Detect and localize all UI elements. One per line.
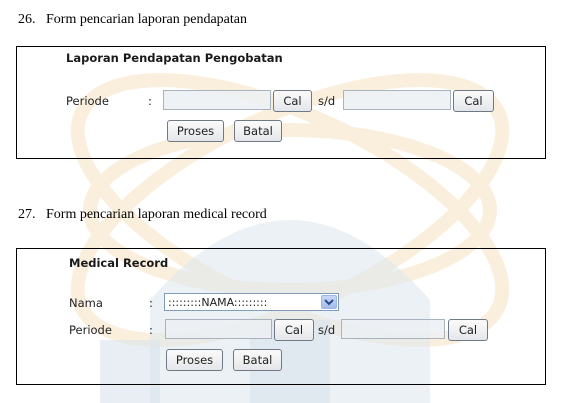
sd-label: s/d (318, 323, 336, 337)
nama-select[interactable]: :::::::::NAMA::::::::: (164, 293, 339, 311)
nama-selected-value: :::::::::NAMA::::::::: (168, 296, 268, 309)
colon-label: : (149, 323, 153, 337)
cal-start-button[interactable]: Cal (273, 90, 312, 112)
income-report-form: Laporan Pendapatan Pengobatan Periode : … (16, 46, 546, 159)
periode-start-field[interactable] (163, 90, 271, 110)
section-27-heading: 27. Form pencarian laporan medical record (18, 207, 267, 223)
section-27-number: 27. (18, 207, 36, 222)
proses-button[interactable]: Proses (167, 120, 224, 142)
cal-end-button[interactable]: Cal (453, 90, 494, 112)
document-page: 26. Form pencarian laporan pendapatan Lap… (0, 0, 571, 403)
colon-label: : (149, 296, 153, 310)
proses-button[interactable]: Proses (166, 349, 223, 371)
batal-button[interactable]: Batal (233, 349, 282, 371)
periode-label: Periode (66, 94, 109, 108)
cal-end-button[interactable]: Cal (448, 319, 488, 341)
cal-start-button[interactable]: Cal (274, 319, 314, 341)
section-26-number: 26. (18, 12, 36, 27)
form-title: Medical Record (69, 256, 169, 270)
form-title: Laporan Pendapatan Pengobatan (66, 51, 283, 65)
section-27-caption: Form pencarian laporan medical record (46, 207, 267, 222)
chevron-down-icon[interactable] (321, 295, 337, 309)
sd-label: s/d (318, 94, 336, 108)
periode-end-field[interactable] (341, 319, 445, 339)
batal-button[interactable]: Batal (234, 120, 282, 142)
section-26-heading: 26. Form pencarian laporan pendapatan (18, 12, 247, 28)
periode-end-field[interactable] (343, 90, 451, 110)
section-26-caption: Form pencarian laporan pendapatan (46, 12, 247, 27)
medical-record-form: Medical Record Nama : :::::::::NAMA:::::… (16, 248, 546, 385)
periode-label: Periode (69, 323, 112, 337)
nama-label: Nama (69, 296, 103, 310)
colon-label: : (148, 94, 152, 108)
periode-start-field[interactable] (165, 319, 272, 339)
